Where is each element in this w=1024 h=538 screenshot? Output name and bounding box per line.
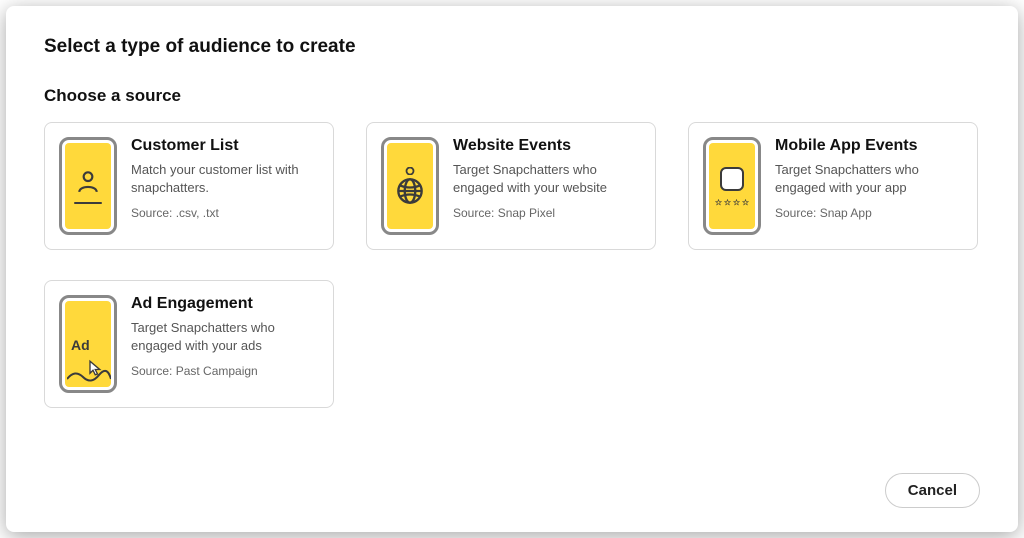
card-title: Customer List <box>131 137 319 155</box>
card-desc: Target Snapchatters who engaged with you… <box>453 161 641 196</box>
star-icon <box>715 199 722 206</box>
card-title: Ad Engagement <box>131 295 319 313</box>
card-source: Source: Snap App <box>775 206 963 220</box>
phone-illustration <box>703 137 761 235</box>
phone-illustration: Ad <box>59 295 117 393</box>
star-icon <box>724 199 731 206</box>
phone-illustration <box>59 137 117 235</box>
card-body: Customer List Match your customer list w… <box>131 137 319 235</box>
card-body: Ad Engagement Target Snapchatters who en… <box>131 295 319 393</box>
section-title: Choose a source <box>44 86 980 106</box>
card-website-events[interactable]: Website Events Target Snapchatters who e… <box>366 122 656 250</box>
phone-screen <box>65 143 111 229</box>
card-desc: Match your customer list with snapchatte… <box>131 161 319 196</box>
line-icon <box>74 202 102 204</box>
card-desc: Target Snapchatters who engaged with you… <box>131 319 319 354</box>
globe-icon <box>396 177 424 205</box>
star-icon <box>733 199 740 206</box>
card-body: Mobile App Events Target Snapchatters wh… <box>775 137 963 235</box>
phone-screen <box>709 143 755 229</box>
star-icon <box>742 199 749 206</box>
user-head-icon <box>398 167 422 175</box>
card-title: Website Events <box>453 137 641 155</box>
ad-label: Ad <box>71 337 90 353</box>
stars-icon <box>715 199 749 206</box>
card-customer-list[interactable]: Customer List Match your customer list w… <box>44 122 334 250</box>
card-title: Mobile App Events <box>775 137 963 155</box>
card-desc: Target Snapchatters who engaged with you… <box>775 161 963 196</box>
source-cards: Customer List Match your customer list w… <box>44 122 980 408</box>
phone-screen <box>387 143 433 229</box>
card-body: Website Events Target Snapchatters who e… <box>453 137 641 235</box>
card-source: Source: Past Campaign <box>131 364 319 378</box>
modal-footer: Cancel <box>44 457 980 508</box>
card-mobile-app-events[interactable]: Mobile App Events Target Snapchatters wh… <box>688 122 978 250</box>
audience-type-modal: Select a type of audience to create Choo… <box>6 6 1018 532</box>
cancel-button[interactable]: Cancel <box>885 473 980 508</box>
phone-screen: Ad <box>65 301 111 387</box>
user-icon <box>75 168 101 194</box>
card-source: Source: .csv, .txt <box>131 206 319 220</box>
phone-illustration <box>381 137 439 235</box>
card-ad-engagement[interactable]: Ad Ad Engagement Target Snapchatters who… <box>44 280 334 408</box>
wave-icon <box>67 369 111 383</box>
card-source: Source: Snap Pixel <box>453 206 641 220</box>
page-title: Select a type of audience to create <box>44 36 980 58</box>
app-icon <box>720 167 744 191</box>
